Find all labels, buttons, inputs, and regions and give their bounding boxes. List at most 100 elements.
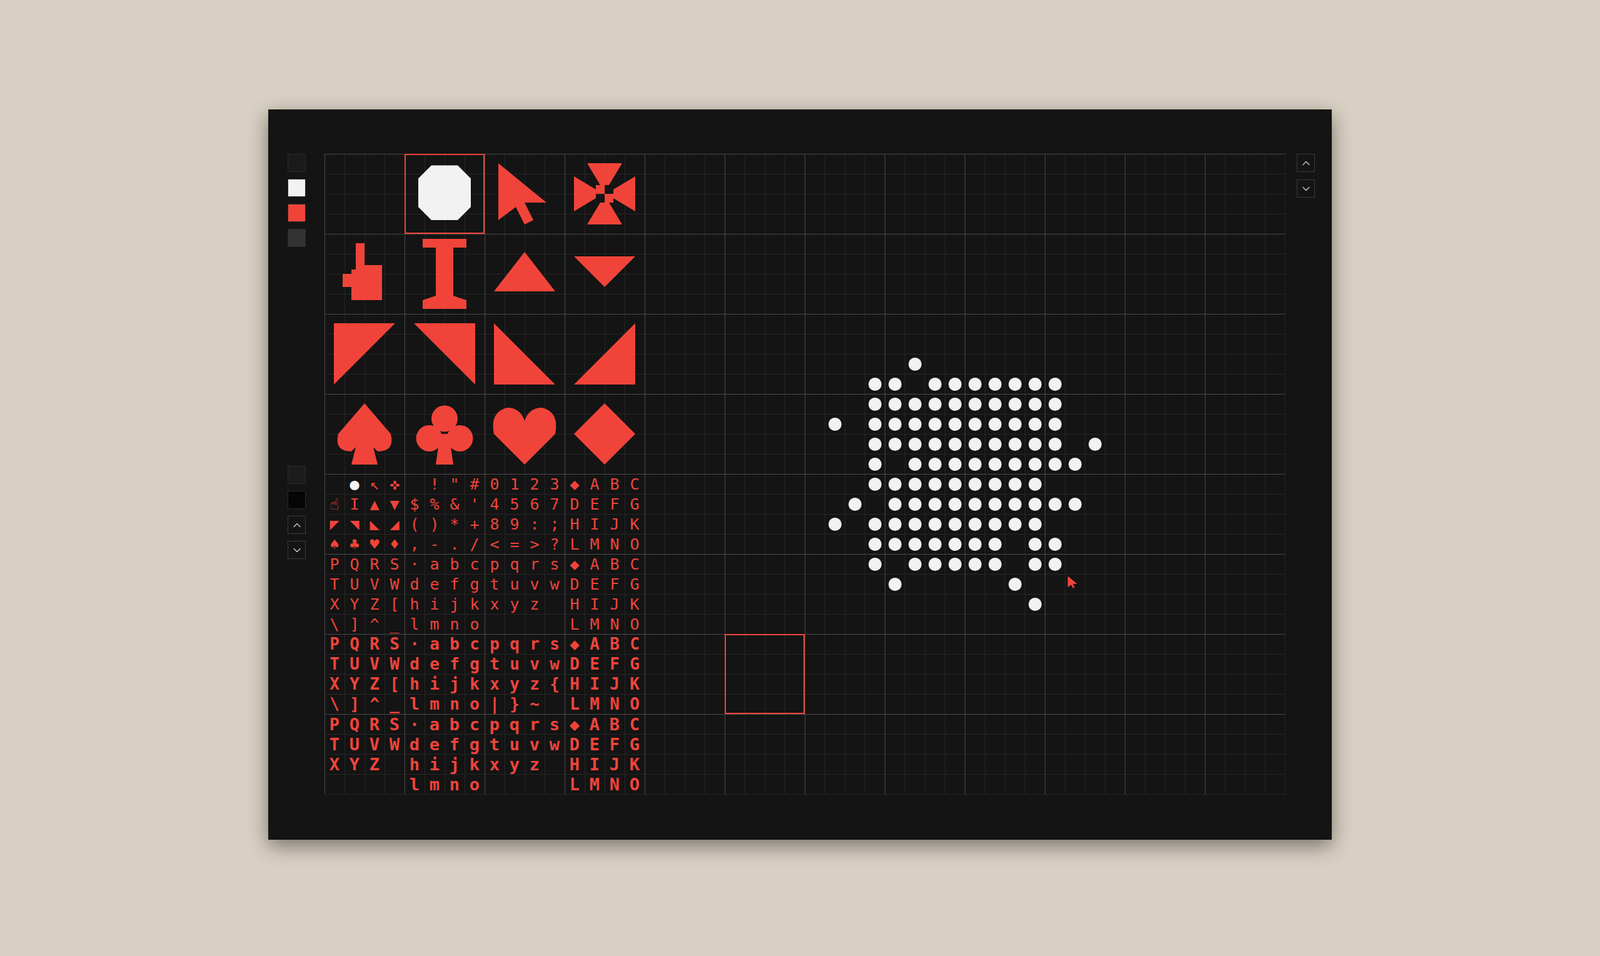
glyph-cell[interactable]: s — [544, 553, 565, 574]
glyph-cell[interactable]: k — [464, 593, 485, 614]
glyph-cell[interactable]: 4 — [484, 493, 505, 514]
glyph-cell[interactable]: q — [504, 633, 525, 655]
glyph-cell[interactable]: q — [504, 553, 525, 574]
glyph-cell[interactable]: f — [444, 734, 465, 755]
glyph-cell[interactable]: U — [344, 654, 365, 675]
glyph-cell[interactable]: , — [404, 533, 425, 554]
scroll-down-button[interactable] — [287, 540, 306, 559]
glyph-cell[interactable]: ] — [344, 613, 365, 634]
tile[interactable] — [484, 313, 565, 394]
glyph-cell[interactable]: I — [584, 754, 605, 775]
glyph-cell[interactable]: f — [444, 573, 465, 594]
glyph-cell[interactable]: v — [524, 734, 545, 755]
glyph-cell[interactable]: R — [364, 553, 385, 574]
glyph-cell[interactable]: N — [604, 533, 625, 554]
glyph-cell[interactable]: = — [504, 533, 525, 554]
glyph-cell[interactable]: P — [324, 553, 345, 574]
glyph-cell[interactable]: I — [344, 493, 365, 514]
glyph-cell[interactable]: X — [324, 593, 345, 614]
tile[interactable] — [324, 233, 405, 314]
glyph-cell[interactable]: g — [464, 654, 485, 675]
glyph-cell[interactable]: w — [544, 734, 565, 755]
glyph-cell[interactable]: ◢ — [384, 513, 405, 534]
glyph-cell[interactable]: ▼ — [384, 493, 405, 514]
glyph-cell[interactable]: u — [504, 654, 525, 675]
glyph-cell[interactable]: C — [624, 714, 645, 735]
glyph-cell[interactable]: B — [604, 473, 625, 494]
glyph-cell[interactable]: ] — [344, 694, 365, 715]
glyph-cell[interactable]: · — [404, 553, 425, 574]
glyph-cell[interactable]: J — [604, 754, 625, 775]
glyph-cell[interactable]: Y — [344, 674, 365, 695]
glyph-cell[interactable]: L — [564, 613, 585, 634]
scroll-up-button[interactable] — [287, 515, 306, 534]
glyph-cell[interactable]: ◥ — [344, 513, 365, 534]
glyph-cell[interactable]: O — [624, 774, 645, 795]
palette-swatch[interactable] — [287, 490, 306, 509]
glyph-cell[interactable]: - — [424, 533, 445, 554]
glyph-cell[interactable]: O — [624, 694, 645, 715]
glyph-cell[interactable]: v — [524, 654, 545, 675]
glyph-cell[interactable]: p — [484, 633, 505, 655]
glyph-cell[interactable]: u — [504, 573, 525, 594]
glyph-cell[interactable] — [384, 774, 405, 795]
tile[interactable] — [404, 233, 485, 314]
glyph-cell[interactable]: D — [564, 734, 585, 755]
glyph-cell[interactable]: j — [444, 593, 465, 614]
tile[interactable] — [484, 393, 565, 474]
glyph-cell[interactable]: / — [464, 533, 485, 554]
glyph-cell[interactable]: : — [524, 513, 545, 534]
glyph-cell[interactable]: o — [464, 694, 485, 715]
glyph-cell[interactable]: t — [484, 654, 505, 675]
glyph-cell[interactable]: E — [584, 654, 605, 675]
glyph-cell[interactable]: y — [504, 674, 525, 695]
tile[interactable] — [404, 153, 485, 234]
glyph-cell[interactable]: O — [624, 533, 645, 554]
glyph-cell[interactable] — [544, 774, 565, 795]
scroll-up-button[interactable] — [1296, 153, 1315, 172]
glyph-cell[interactable]: i — [424, 593, 445, 614]
glyph-cell[interactable]: L — [564, 694, 585, 715]
glyph-cell[interactable]: n — [444, 613, 465, 634]
glyph-cell[interactable]: _ — [384, 613, 405, 634]
glyph-cell[interactable]: S — [384, 633, 405, 655]
glyph-cell[interactable]: ? — [544, 533, 565, 554]
glyph-cell[interactable]: < — [484, 533, 505, 554]
glyph-cell[interactable]: A — [584, 553, 605, 574]
glyph-cell[interactable]: V — [364, 734, 385, 755]
glyph-cell[interactable]: k — [464, 754, 485, 775]
glyph-cell[interactable]: z — [524, 674, 545, 695]
glyph-cell[interactable]: H — [564, 674, 585, 695]
glyph-cell[interactable] — [344, 774, 365, 795]
glyph-cell[interactable]: ^ — [364, 613, 385, 634]
glyph-cell[interactable]: s — [544, 714, 565, 735]
glyph-cell[interactable]: E — [584, 493, 605, 514]
glyph-cell[interactable]: l — [404, 694, 425, 715]
glyph-cell[interactable]: b — [444, 553, 465, 574]
glyph-cell[interactable]: V — [364, 654, 385, 675]
glyph-cell[interactable]: w — [544, 573, 565, 594]
glyph-cell[interactable] — [504, 774, 525, 795]
tile[interactable] — [404, 313, 485, 394]
glyph-cell[interactable]: o — [464, 774, 485, 795]
glyph-cell[interactable]: m — [424, 694, 445, 715]
glyph-cell[interactable]: l — [404, 613, 425, 634]
glyph-cell[interactable]: Z — [364, 674, 385, 695]
glyph-cell[interactable]: ◤ — [324, 513, 345, 534]
glyph-cell[interactable]: " — [444, 473, 465, 494]
glyph-cell[interactable]: $ — [404, 493, 425, 514]
glyph-cell[interactable]: d — [404, 734, 425, 755]
glyph-cell[interactable]: Z — [364, 593, 385, 614]
glyph-cell[interactable]: x — [484, 674, 505, 695]
glyph-cell[interactable]: ● — [344, 473, 365, 494]
glyph-cell[interactable]: p — [484, 553, 505, 574]
glyph-cell[interactable]: 5 — [504, 493, 525, 514]
glyph-cell[interactable]: d — [404, 654, 425, 675]
glyph-cell[interactable]: x — [484, 754, 505, 775]
glyph-cell[interactable]: a — [424, 714, 445, 735]
glyph-cell[interactable]: p — [484, 714, 505, 735]
glyph-cell[interactable]: e — [424, 734, 445, 755]
tile[interactable] — [324, 393, 405, 474]
glyph-cell[interactable]: R — [364, 633, 385, 655]
glyph-cell[interactable]: n — [444, 694, 465, 715]
